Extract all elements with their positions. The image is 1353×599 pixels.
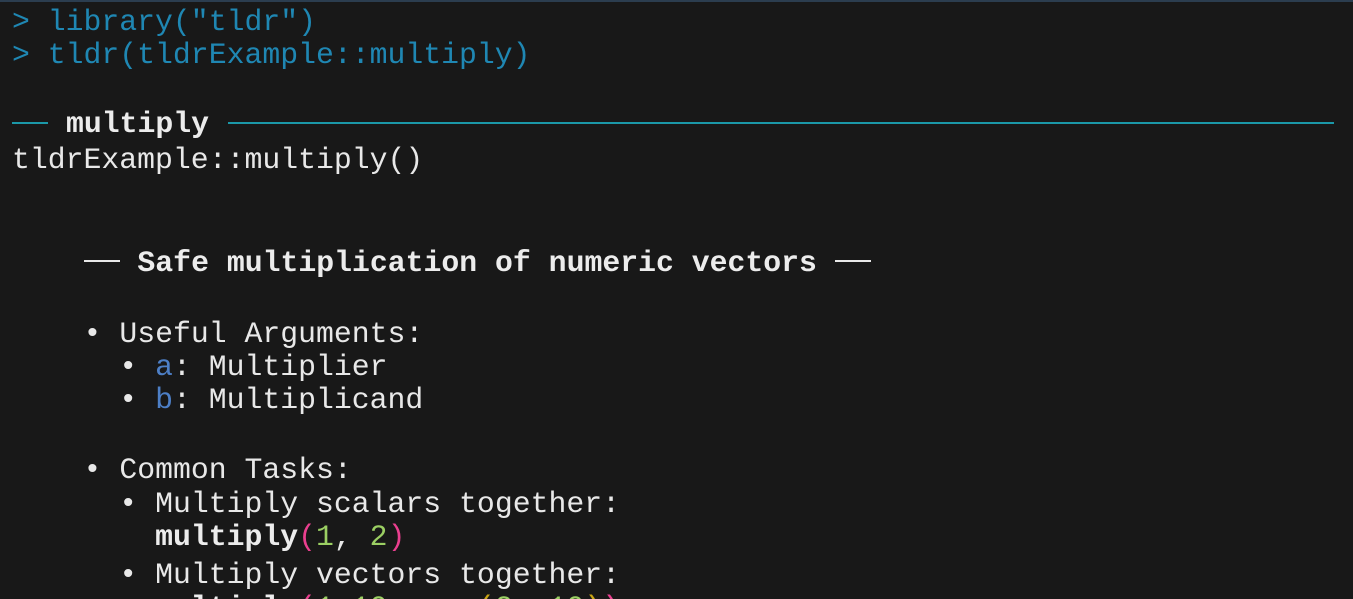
tasks-heading-line: • Common Tasks:: [12, 416, 352, 487]
code-inner-paren-close: ): [584, 591, 602, 599]
r-console[interactable]: > library("tldr") > tldr(tldrExample::mu…: [0, 0, 1353, 599]
section-dash-left: [83, 260, 120, 263]
section-dash-right: [834, 260, 871, 263]
task-code-vectors: multiply(1:10, rep(2, 10)): [12, 554, 620, 599]
prompt-line-library: > library("tldr"): [12, 5, 316, 39]
prompt-line-tldr: > tldr(tldrExample::multiply): [12, 38, 531, 72]
code-function: multiply: [155, 591, 298, 599]
function-title: multiply: [66, 107, 210, 141]
code-paren-open: (: [298, 591, 316, 599]
task-item-vectors: • Multiply vectors together:: [12, 521, 620, 592]
code-separator: ,: [388, 591, 424, 599]
function-call: tldrExample::multiply(): [12, 143, 424, 177]
section-title-line: Safe multiplication of numeric vectors: [12, 209, 871, 280]
code-inner-function: rep: [423, 591, 477, 599]
task-code-scalars: multiply(1, 2): [12, 483, 405, 554]
code-separator: ,: [513, 591, 549, 599]
argument-item-b: • b: Multiplicand: [12, 346, 423, 417]
code-number: 10: [549, 591, 585, 599]
task-item-scalars: • Multiply scalars together:: [12, 450, 620, 521]
code-number: 1: [316, 591, 334, 599]
code-colon: :: [334, 591, 352, 599]
arguments-heading-line: • Useful Arguments:: [12, 280, 424, 351]
code-number: 10: [352, 591, 388, 599]
argument-desc: : Multiplicand: [172, 383, 424, 417]
header-rule-left: [12, 122, 48, 124]
argument-name: b: [155, 383, 173, 417]
bullet-icon: •: [119, 383, 138, 417]
code-paren-close: ): [602, 591, 620, 599]
section-title: Safe multiplication of numeric vectors: [137, 246, 817, 280]
code-inner-paren-open: (: [477, 591, 495, 599]
code-number: 2: [495, 591, 513, 599]
header-rule-right: [228, 122, 1334, 124]
argument-item-a: • a: Multiplier: [12, 313, 387, 384]
